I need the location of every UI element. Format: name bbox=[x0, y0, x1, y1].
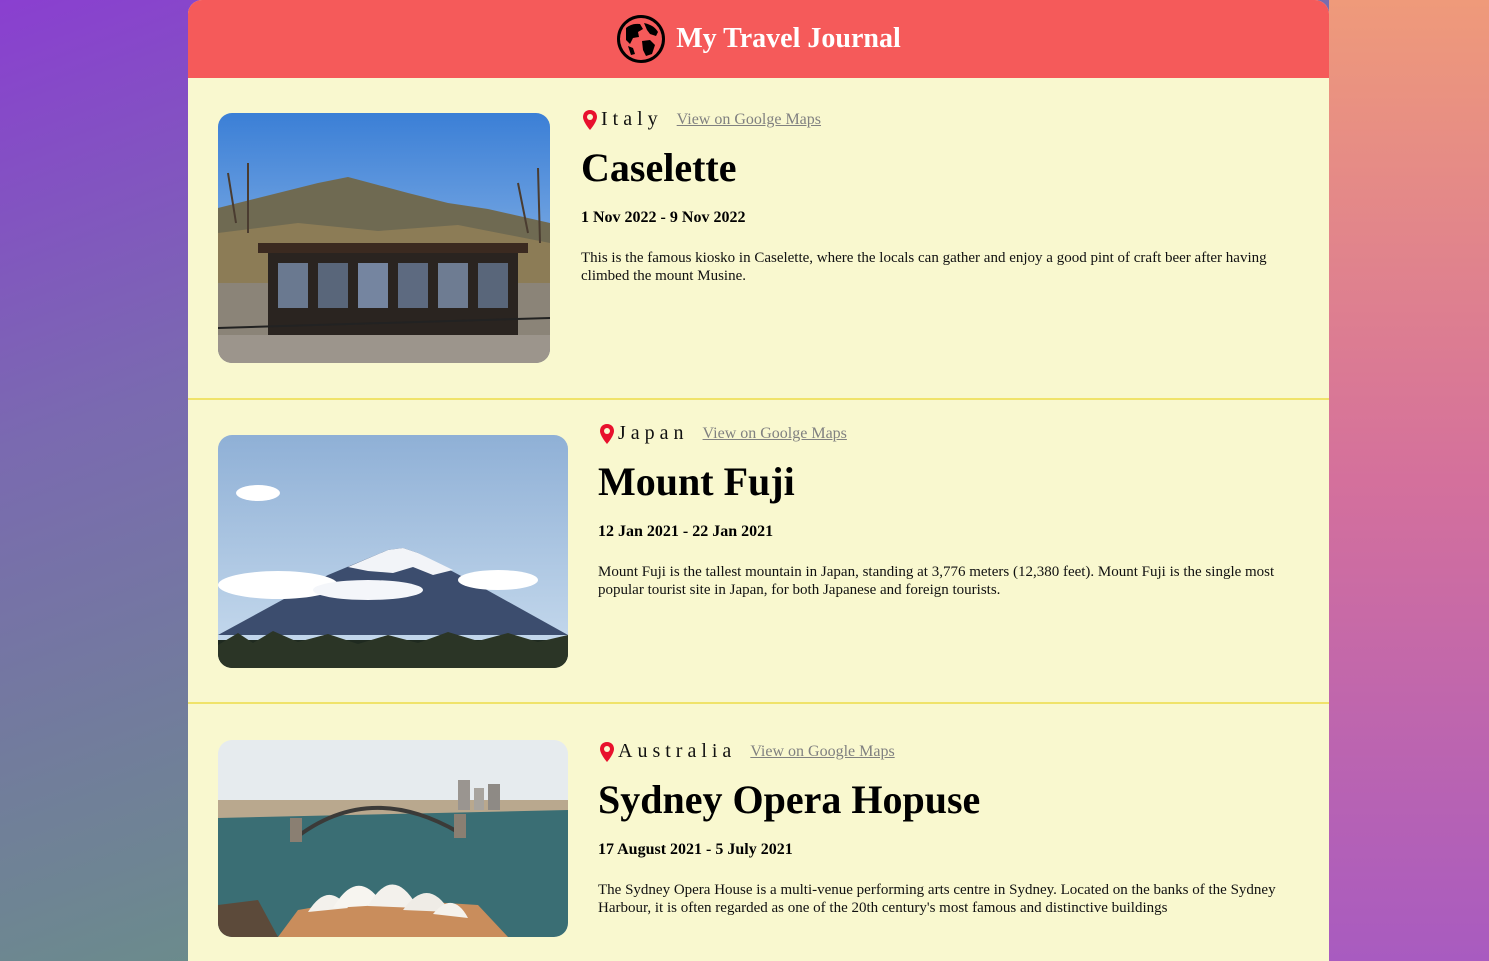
entry-info: Italy View on Goolge Maps Caselette 1 No… bbox=[581, 108, 1313, 285]
entry-photo-sydney-opera-house bbox=[218, 740, 568, 937]
location-pin-icon bbox=[600, 741, 614, 762]
journal-entry: Australia View on Google Maps Sydney Ope… bbox=[188, 704, 1329, 961]
entry-dates: 12 Jan 2021 - 22 Jan 2021 bbox=[598, 523, 774, 540]
view-on-maps-link[interactable]: View on Goolge Maps bbox=[677, 111, 821, 129]
entry-country: Italy bbox=[601, 108, 663, 130]
journal-container: My Travel Journal Italy View on Goolge M… bbox=[188, 0, 1329, 961]
entry-description: The Sydney Opera House is a multi-venue … bbox=[598, 882, 1276, 916]
location-pin-icon bbox=[583, 109, 597, 130]
location-row: Australia View on Google Maps bbox=[598, 740, 1313, 763]
entry-title: Sydney Opera Hopuse bbox=[598, 777, 981, 822]
entry-info: Japan View on Goolge Maps Mount Fuji 12 … bbox=[598, 422, 1313, 599]
journal-entry: Japan View on Goolge Maps Mount Fuji 12 … bbox=[188, 400, 1329, 704]
entry-photo-caselette bbox=[218, 113, 550, 363]
view-on-maps-link[interactable]: View on Goolge Maps bbox=[703, 425, 847, 443]
location-pin-icon bbox=[600, 423, 614, 444]
globe-icon bbox=[617, 15, 666, 63]
page-title: My Travel Journal bbox=[676, 23, 901, 54]
background-gradient-right bbox=[1329, 0, 1489, 961]
journal-entry: Italy View on Goolge Maps Caselette 1 No… bbox=[188, 78, 1329, 400]
entry-title: Caselette bbox=[581, 145, 737, 190]
entry-country: Australia bbox=[618, 740, 737, 762]
entry-title: Mount Fuji bbox=[598, 459, 795, 504]
entry-country: Japan bbox=[618, 422, 689, 444]
entry-description: This is the famous kiosko in Caselette, … bbox=[581, 250, 1267, 284]
entry-info: Australia View on Google Maps Sydney Ope… bbox=[598, 740, 1313, 917]
entry-dates: 1 Nov 2022 - 9 Nov 2022 bbox=[581, 209, 746, 226]
view-on-maps-link[interactable]: View on Google Maps bbox=[750, 743, 894, 761]
entry-photo-mount-fuji bbox=[218, 435, 568, 668]
location-row: Japan View on Goolge Maps bbox=[598, 422, 1313, 445]
entry-dates: 17 August 2021 - 5 July 2021 bbox=[598, 841, 793, 858]
location-row: Italy View on Goolge Maps bbox=[581, 108, 1313, 131]
header: My Travel Journal bbox=[188, 0, 1329, 78]
entry-description: Mount Fuji is the tallest mountain in Ja… bbox=[598, 564, 1275, 598]
